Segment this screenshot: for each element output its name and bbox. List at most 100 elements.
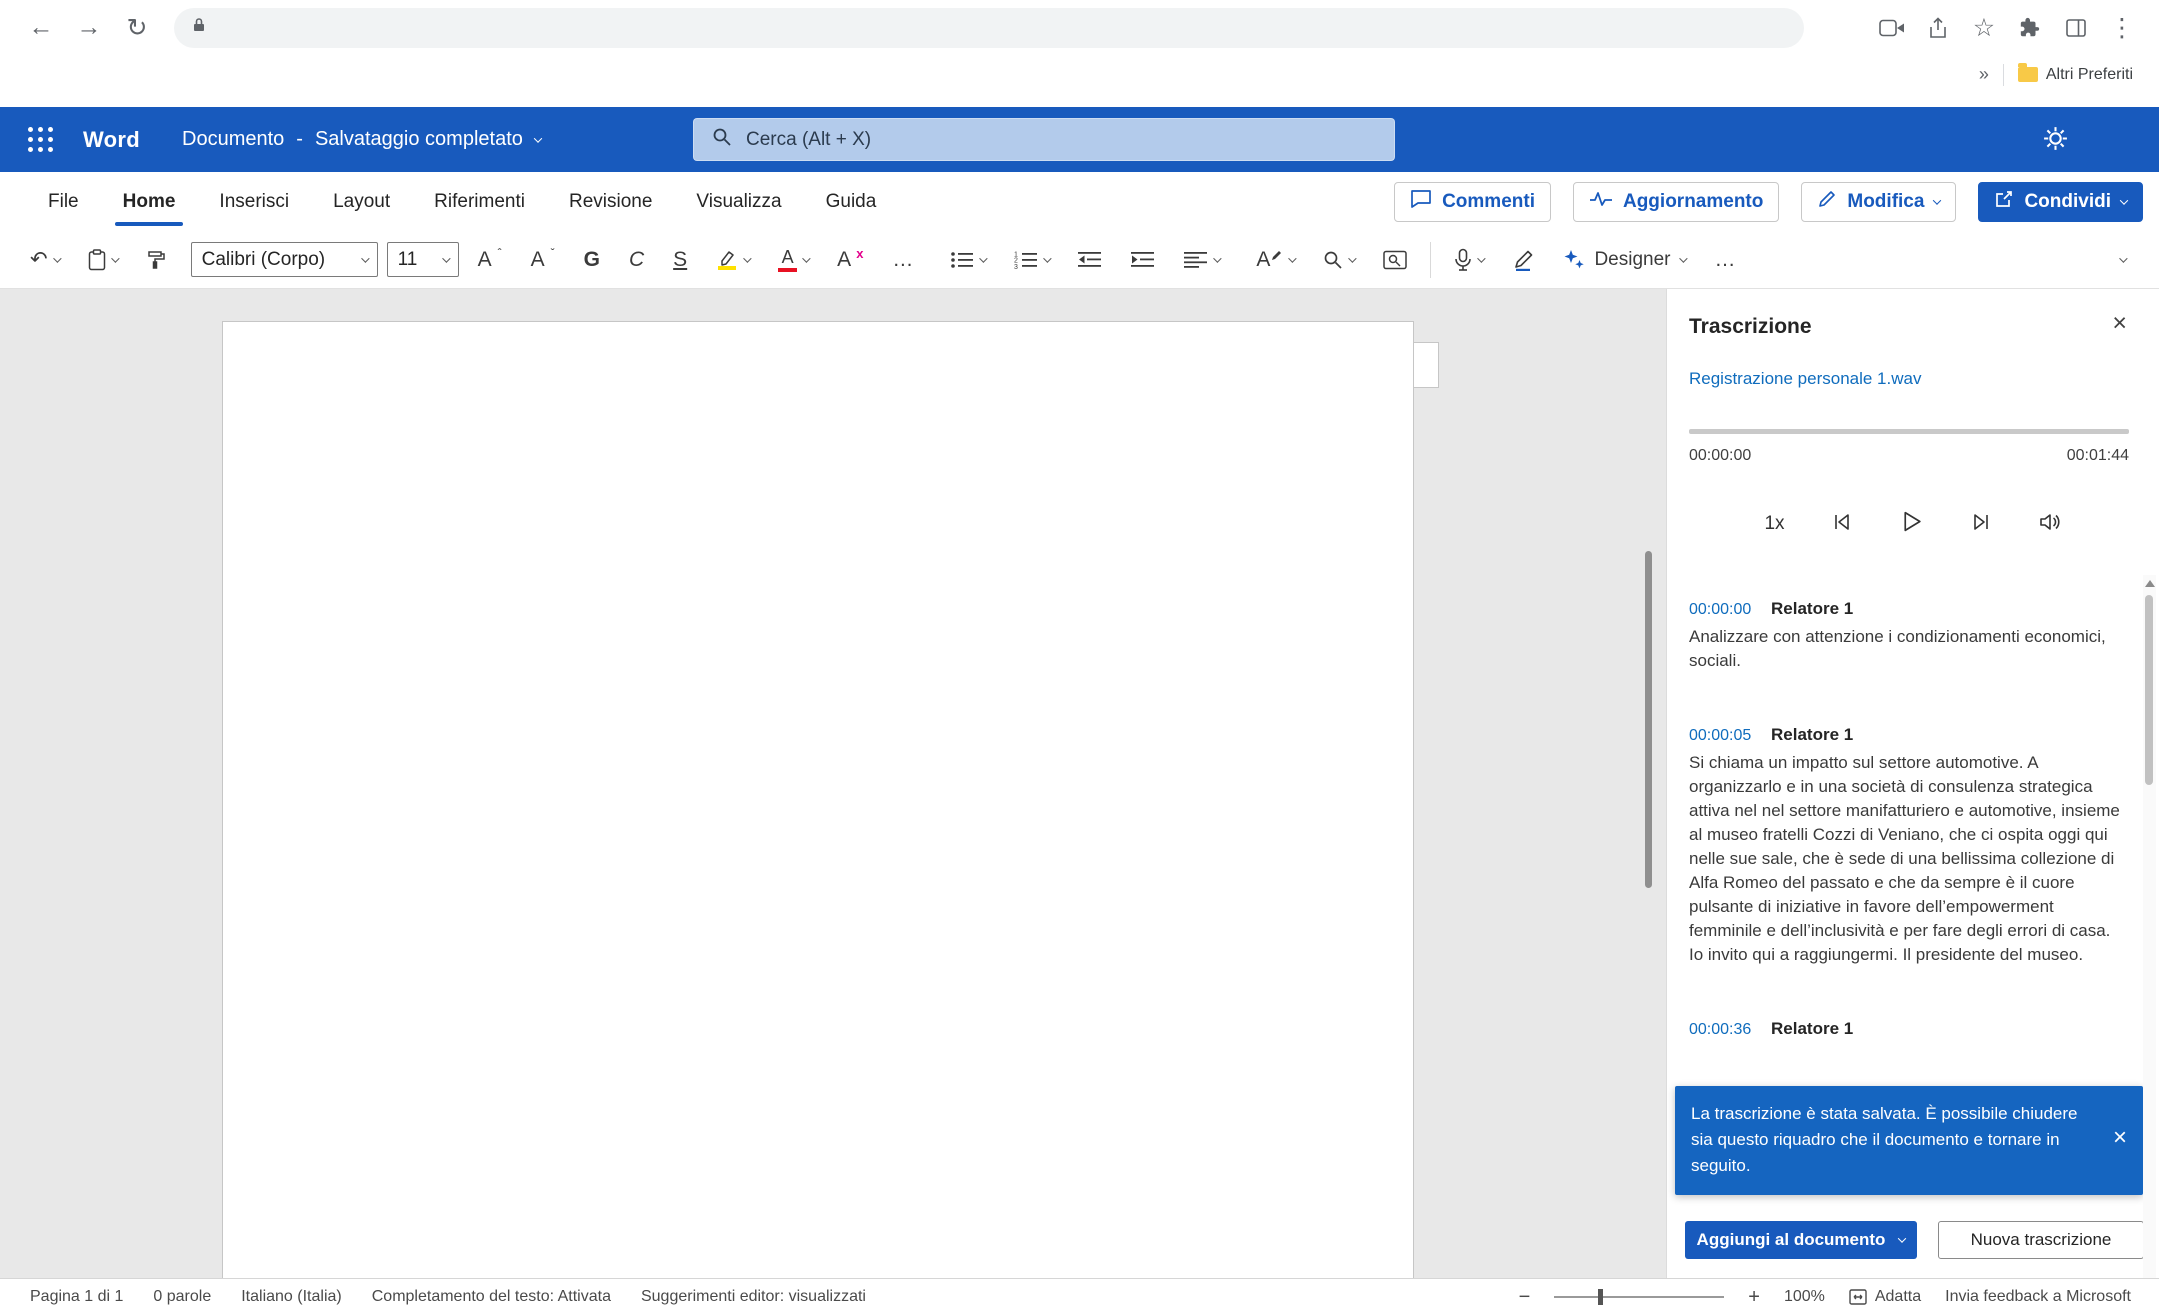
styles-dropdown-icon[interactable] <box>1289 254 1297 262</box>
mode-button[interactable]: Modifica <box>1801 182 1956 222</box>
recording-file-link[interactable]: Registrazione personale 1.wav <box>1689 369 1921 389</box>
document-name[interactable]: Documento <box>182 128 284 151</box>
more-font-options-button[interactable]: … <box>882 239 923 281</box>
paste-button[interactable] <box>78 239 127 281</box>
find-button[interactable] <box>1313 239 1364 281</box>
toast-close-icon[interactable]: × <box>2113 1126 2127 1150</box>
font-color-dropdown-icon[interactable] <box>802 254 810 262</box>
zoom-out-button[interactable]: − <box>1519 1286 1531 1309</box>
font-size-select[interactable]: 11 <box>387 242 459 277</box>
highlight-button[interactable] <box>706 239 759 281</box>
app-launcher-icon[interactable] <box>20 119 61 160</box>
tab-layout[interactable]: Layout <box>311 172 412 231</box>
numbered-list-dropdown-icon[interactable] <box>1044 254 1052 262</box>
tab-riferimenti[interactable]: Riferimenti <box>412 172 547 231</box>
panel-scrollbar-thumb[interactable] <box>2145 595 2153 785</box>
styles-button[interactable]: A <box>1246 239 1304 281</box>
search-input[interactable] <box>746 129 1376 151</box>
settings-gear-icon[interactable] <box>2042 125 2069 157</box>
editor-button[interactable] <box>1502 239 1544 281</box>
comments-button[interactable]: Commenti <box>1394 182 1551 222</box>
decrease-indent-button[interactable] <box>1068 239 1112 281</box>
favorites-folder-button[interactable]: Altri Preferiti <box>2018 66 2133 84</box>
chevron-down-icon[interactable] <box>1898 1234 1906 1242</box>
tab-inserisci[interactable]: Inserisci <box>197 172 311 231</box>
format-painter-button[interactable] <box>136 239 176 281</box>
entry-timestamp[interactable]: 00:00:05 <box>1689 727 1755 745</box>
font-color-button[interactable]: A <box>768 239 818 281</box>
zoom-in-button[interactable]: + <box>1748 1286 1760 1309</box>
tab-revisione[interactable]: Revisione <box>547 172 674 231</box>
add-to-document-button[interactable]: Aggiungi al documento <box>1685 1221 1917 1259</box>
browser-menu-icon[interactable]: ⋮ <box>2101 7 2143 49</box>
lock-icon[interactable] <box>192 17 206 38</box>
clear-formatting-button[interactable]: A x <box>827 239 873 281</box>
updates-button[interactable]: Aggiornamento <box>1573 182 1779 222</box>
page-count[interactable]: Pagina 1 di 1 <box>30 1288 123 1306</box>
bullet-list-button[interactable] <box>940 239 995 281</box>
zoom-slider-thumb[interactable] <box>1598 1289 1603 1305</box>
comment-card-placeholder[interactable] <box>1413 342 1439 388</box>
alignment-button[interactable] <box>1174 239 1229 281</box>
pane-close-icon[interactable]: × <box>2112 311 2127 336</box>
dictate-dropdown-icon[interactable] <box>1478 254 1486 262</box>
highlight-dropdown-icon[interactable] <box>743 254 751 262</box>
tab-file[interactable]: File <box>26 172 101 231</box>
scroll-up-arrow-icon[interactable] <box>2145 580 2155 587</box>
panel-scrollbar[interactable] <box>2143 575 2156 1278</box>
shrink-font-button[interactable]: Aˇ <box>521 239 565 281</box>
volume-button[interactable] <box>2038 511 2062 538</box>
reload-icon[interactable]: ↻ <box>116 7 158 49</box>
chevron-down-icon[interactable] <box>534 134 542 142</box>
find-dropdown-icon[interactable] <box>1349 254 1357 262</box>
ribbon-collapse-button[interactable] <box>2109 239 2135 281</box>
language-selector[interactable]: Italiano (Italia) <box>241 1288 342 1306</box>
increase-indent-button[interactable] <box>1121 239 1165 281</box>
new-transcription-button[interactable]: Nuova trascrizione <box>1938 1221 2144 1259</box>
fit-width-button[interactable]: Adatta <box>1849 1288 1921 1306</box>
tab-guida[interactable]: Guida <box>804 172 899 231</box>
italic-button[interactable]: C <box>619 239 654 281</box>
font-name-select[interactable]: Calibri (Corpo) <box>191 242 378 277</box>
tab-visualizza[interactable]: Visualizza <box>674 172 803 231</box>
entry-timestamp[interactable]: 00:00:00 <box>1689 601 1755 619</box>
playback-progress-bar[interactable] <box>1689 429 2129 434</box>
page-preview-button[interactable] <box>1373 239 1417 281</box>
dictate-button[interactable] <box>1444 239 1493 281</box>
side-panel-icon[interactable] <box>2055 7 2097 49</box>
tab-home[interactable]: Home <box>101 172 198 231</box>
play-button[interactable] <box>1899 509 1924 539</box>
forward-icon[interactable]: → <box>68 7 110 49</box>
save-status[interactable]: Salvataggio completato <box>315 128 523 151</box>
designer-button[interactable]: Designer <box>1553 239 1695 281</box>
star-icon[interactable]: ☆ <box>1963 7 2005 49</box>
extensions-icon[interactable] <box>2009 7 2051 49</box>
zoom-level[interactable]: 100% <box>1784 1288 1825 1306</box>
skip-back-button[interactable] <box>1831 511 1853 538</box>
address-bar[interactable] <box>174 8 1804 48</box>
designer-dropdown-icon[interactable] <box>1680 254 1688 262</box>
bookmarks-overflow-button[interactable]: » <box>1979 64 1989 85</box>
zoom-slider[interactable] <box>1554 1296 1724 1298</box>
editor-suggestions-status[interactable]: Suggerimenti editor: visualizzati <box>641 1288 866 1306</box>
camera-icon[interactable] <box>1871 7 1913 49</box>
paste-dropdown-icon[interactable] <box>111 254 119 262</box>
share-icon[interactable] <box>1917 7 1959 49</box>
header-search-box[interactable] <box>693 118 1395 161</box>
share-button[interactable]: Condividi <box>1978 182 2143 222</box>
feedback-link[interactable]: Invia feedback a Microsoft <box>1945 1288 2131 1306</box>
document-title-group[interactable]: Documento - Salvataggio completato <box>182 128 541 151</box>
toolbar-more-button[interactable]: … <box>1704 239 1745 281</box>
grow-font-button[interactable]: Aˆ <box>468 239 512 281</box>
undo-dropdown-icon[interactable] <box>53 254 61 262</box>
undo-button[interactable]: ↶ <box>20 239 69 281</box>
skip-forward-button[interactable] <box>1970 511 1992 538</box>
word-count[interactable]: 0 parole <box>153 1288 211 1306</box>
bullet-list-dropdown-icon[interactable] <box>980 254 988 262</box>
numbered-list-button[interactable]: 123 <box>1004 239 1059 281</box>
word-logo[interactable]: Word <box>83 127 140 153</box>
entry-timestamp[interactable]: 00:00:36 <box>1689 1021 1755 1039</box>
playback-speed-button[interactable]: 1x <box>1764 513 1784 535</box>
alignment-dropdown-icon[interactable] <box>1214 254 1222 262</box>
back-icon[interactable]: ← <box>20 7 62 49</box>
